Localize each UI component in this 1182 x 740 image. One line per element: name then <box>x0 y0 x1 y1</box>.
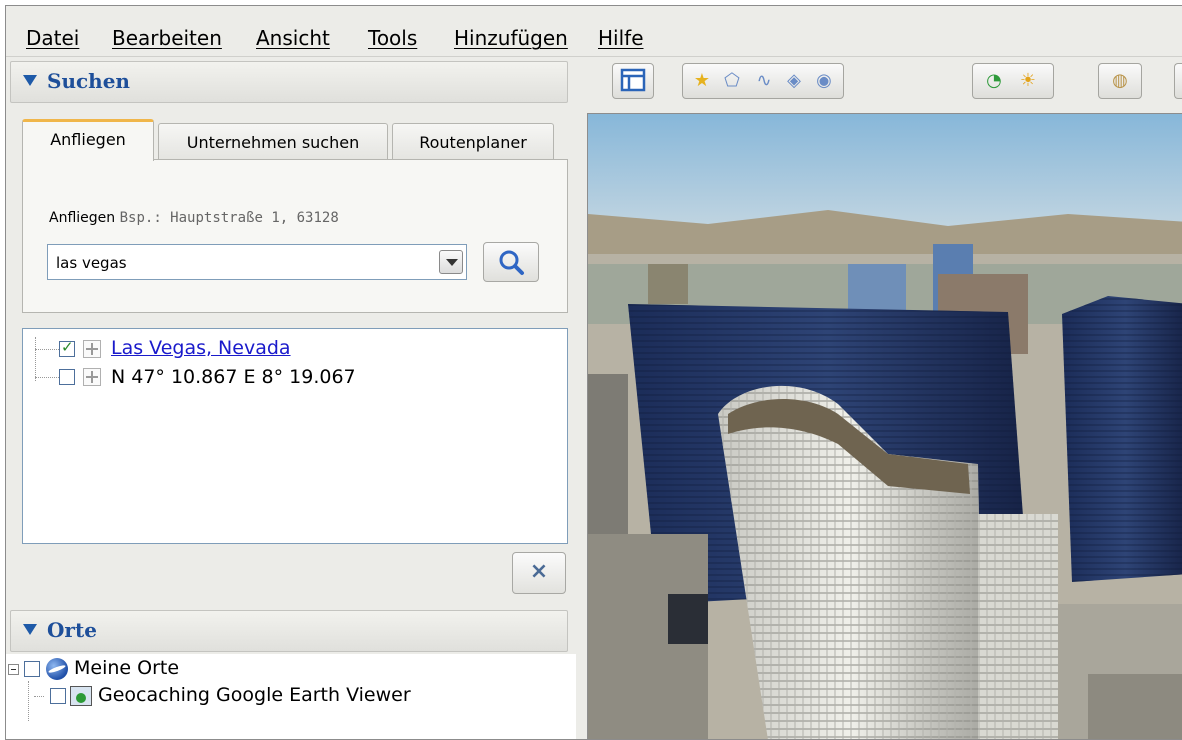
tab-anfliegen[interactable]: Anfliegen <box>22 119 154 161</box>
search-panel-title: Suchen <box>47 69 130 93</box>
placemark-icon <box>83 368 101 386</box>
add-polygon-icon[interactable]: ⬠ <box>721 70 743 92</box>
search-button[interactable] <box>483 242 539 282</box>
earth-scene-image[interactable] <box>588 114 1182 740</box>
collapse-triangle-icon[interactable] <box>23 624 37 635</box>
places-tree: Meine Orte Geocaching Google Earth Viewe… <box>6 654 576 739</box>
search-panel-header[interactable]: Suchen <box>10 61 568 103</box>
earth-3d-view[interactable] <box>587 113 1182 740</box>
chevron-down-icon[interactable] <box>439 250 463 274</box>
left-panel: Suchen Anfliegen Unternehmen suchen Rout… <box>6 57 576 739</box>
menu-bar: Datei Bearbeiten Ansicht Tools Hinzufüge… <box>6 6 1182 57</box>
sunlight-icon[interactable]: ☀ <box>1017 70 1039 92</box>
app-window: Datei Bearbeiten Ansicht Tools Hinzufüge… <box>5 5 1182 740</box>
add-image-overlay-icon[interactable]: ◈ <box>783 70 805 92</box>
places-panel-header[interactable]: Orte <box>10 610 568 652</box>
collapse-triangle-icon[interactable] <box>23 75 37 86</box>
list-item[interactable]: N 47° 10.867 E 8° 19.067 <box>31 365 551 391</box>
tab-routenplaner[interactable]: Routenplaner <box>392 123 554 161</box>
record-tour-icon[interactable]: ◉ <box>813 70 835 92</box>
search-results-list: Las Vegas, Nevada N 47° 10.867 E 8° 19.0… <box>22 328 568 544</box>
list-item[interactable]: Las Vegas, Nevada <box>31 337 551 363</box>
menu-tools[interactable]: Tools <box>368 26 417 50</box>
menu-datei[interactable]: Datei <box>26 26 79 50</box>
placemark-icon <box>83 340 101 358</box>
my-places-label[interactable]: Meine Orte <box>74 657 179 679</box>
result-link-las-vegas[interactable]: Las Vegas, Nevada <box>111 337 291 359</box>
view-tools-group: ◔ ☀ <box>972 63 1054 99</box>
fly-to-hint: Bsp.: Hauptstraße 1, 63128 <box>119 210 339 226</box>
more-tools-button[interactable] <box>1174 63 1182 99</box>
search-icon <box>499 250 524 275</box>
places-panel-title: Orte <box>47 618 97 642</box>
switch-planet-button[interactable]: ◍ <box>1098 63 1142 99</box>
menu-ansicht[interactable]: Ansicht <box>256 26 330 50</box>
tree-line <box>34 696 44 697</box>
collapse-icon[interactable] <box>8 664 19 675</box>
sidebar-toggle-icon <box>620 68 646 92</box>
tab-content: Anfliegen Bsp.: Hauptstraße 1, 63128 <box>22 159 568 313</box>
add-placemark-icon[interactable]: ★ <box>691 70 713 92</box>
menu-hinzufuegen[interactable]: Hinzufügen <box>454 26 568 50</box>
add-tools-group: ★ ⬠ ∿ ◈ ◉ <box>682 63 844 99</box>
my-places-checkbox[interactable] <box>24 661 40 677</box>
result-coordinates: N 47° 10.867 E 8° 19.067 <box>111 366 356 388</box>
geocaching-checkbox[interactable] <box>50 688 66 704</box>
historical-imagery-icon[interactable]: ◔ <box>983 70 1005 92</box>
tab-unternehmen-suchen[interactable]: Unternehmen suchen <box>158 123 388 161</box>
menu-bearbeiten[interactable]: Bearbeiten <box>112 26 222 50</box>
switch-planet-icon: ◍ <box>1112 70 1128 91</box>
search-combo[interactable] <box>47 244 467 280</box>
toolbar: ★ ⬠ ∿ ◈ ◉ ◔ ☀ ◍ <box>588 57 1182 113</box>
add-path-icon[interactable]: ∿ <box>753 70 775 92</box>
result-checkbox[interactable] <box>59 338 75 357</box>
network-link-icon <box>70 686 92 706</box>
fly-to-title: Anfliegen <box>49 210 116 226</box>
tree-line <box>35 349 59 350</box>
menu-hilfe[interactable]: Hilfe <box>598 26 644 50</box>
result-checkbox[interactable] <box>59 369 75 385</box>
clear-results-button[interactable]: × <box>512 552 566 594</box>
fly-to-label: Anfliegen Bsp.: Hauptstraße 1, 63128 <box>49 210 339 226</box>
globe-icon <box>46 658 68 680</box>
geocaching-item-label[interactable]: Geocaching Google Earth Viewer <box>98 684 411 706</box>
search-input[interactable] <box>54 251 438 275</box>
tree-line <box>28 681 29 721</box>
sidebar-toggle-button[interactable] <box>612 63 654 99</box>
tree-line <box>35 377 59 378</box>
search-tabs: Anfliegen Unternehmen suchen Routenplane… <box>22 119 570 313</box>
